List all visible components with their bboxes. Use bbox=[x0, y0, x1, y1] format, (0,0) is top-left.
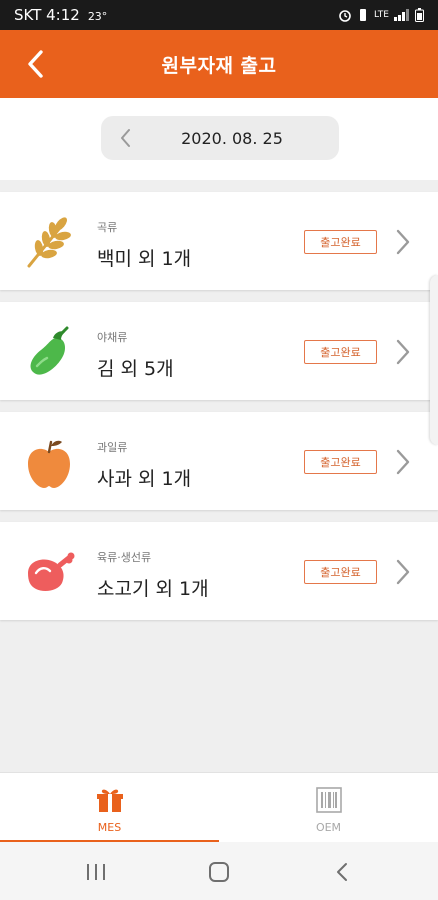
list-item[interactable]: 과일류 사과 외 1개 출고완료 bbox=[0, 412, 438, 510]
chevron-right-icon bbox=[392, 556, 414, 588]
status-badge: 출고완료 bbox=[304, 560, 377, 584]
barcode-icon bbox=[314, 785, 344, 815]
item-category: 육류·생선류 bbox=[97, 551, 152, 564]
eggplant-icon bbox=[22, 326, 76, 380]
item-category: 과일류 bbox=[97, 441, 128, 454]
home-button[interactable] bbox=[204, 857, 234, 887]
item-title: 소고기 외 1개 bbox=[97, 578, 209, 600]
date-area: 2020. 08. 25 bbox=[0, 98, 438, 180]
list-item[interactable]: 육류·생선류 소고기 외 1개 출고완료 bbox=[0, 522, 438, 620]
chevron-right-icon bbox=[392, 446, 414, 478]
network-label: LTE bbox=[374, 10, 389, 20]
status-badge: 출고완료 bbox=[304, 450, 377, 474]
tab-label: MES bbox=[97, 821, 122, 834]
recent-apps-icon bbox=[87, 864, 105, 880]
vibrate-icon bbox=[357, 8, 369, 22]
wheat-icon bbox=[22, 216, 76, 270]
chevron-left-icon bbox=[337, 863, 347, 881]
list-item[interactable]: 곡류 백미 외 1개 출고완료 bbox=[0, 192, 438, 290]
side-panel-handle[interactable] bbox=[430, 275, 438, 445]
tab-label: OEM bbox=[315, 821, 342, 834]
alarm-icon bbox=[338, 8, 352, 22]
back-button[interactable] bbox=[16, 46, 56, 82]
tab-oem[interactable]: OEM bbox=[219, 773, 438, 843]
item-title: 김 외 5개 bbox=[97, 358, 174, 380]
date-selector[interactable]: 2020. 08. 25 bbox=[101, 116, 339, 160]
system-back-button[interactable] bbox=[327, 857, 357, 887]
app-header: 원부자재 출고 bbox=[0, 30, 438, 98]
recent-apps-button[interactable] bbox=[81, 857, 111, 887]
item-category: 곡류 bbox=[97, 221, 118, 234]
item-title: 사과 외 1개 bbox=[97, 468, 192, 490]
gift-box-icon bbox=[95, 785, 125, 815]
chevron-left-icon bbox=[28, 50, 43, 78]
status-badge: 출고완료 bbox=[304, 340, 377, 364]
list-item[interactable]: 야채류 김 외 5개 출고완료 bbox=[0, 302, 438, 400]
chevron-right-icon bbox=[392, 226, 414, 258]
status-carrier-time: SKT 4:12 bbox=[14, 6, 80, 24]
status-temperature: 23° bbox=[87, 10, 108, 23]
battery-icon bbox=[415, 8, 424, 22]
bottom-nav: MES OEM bbox=[0, 772, 438, 843]
system-nav-bar bbox=[0, 842, 438, 900]
status-badge: 출고완료 bbox=[304, 230, 377, 254]
item-title: 백미 외 1개 bbox=[97, 248, 192, 270]
chevron-right-icon bbox=[392, 336, 414, 368]
meat-icon bbox=[22, 546, 76, 600]
signal-icon bbox=[394, 9, 410, 21]
home-icon bbox=[209, 862, 229, 882]
item-category: 야채류 bbox=[97, 331, 128, 344]
status-bar: SKT 4:12 23° LTE bbox=[0, 0, 438, 30]
page-title: 원부자재 출고 bbox=[161, 54, 277, 77]
date-text: 2020. 08. 25 bbox=[181, 128, 283, 148]
tab-mes[interactable]: MES bbox=[0, 773, 219, 843]
apple-icon bbox=[22, 436, 76, 490]
